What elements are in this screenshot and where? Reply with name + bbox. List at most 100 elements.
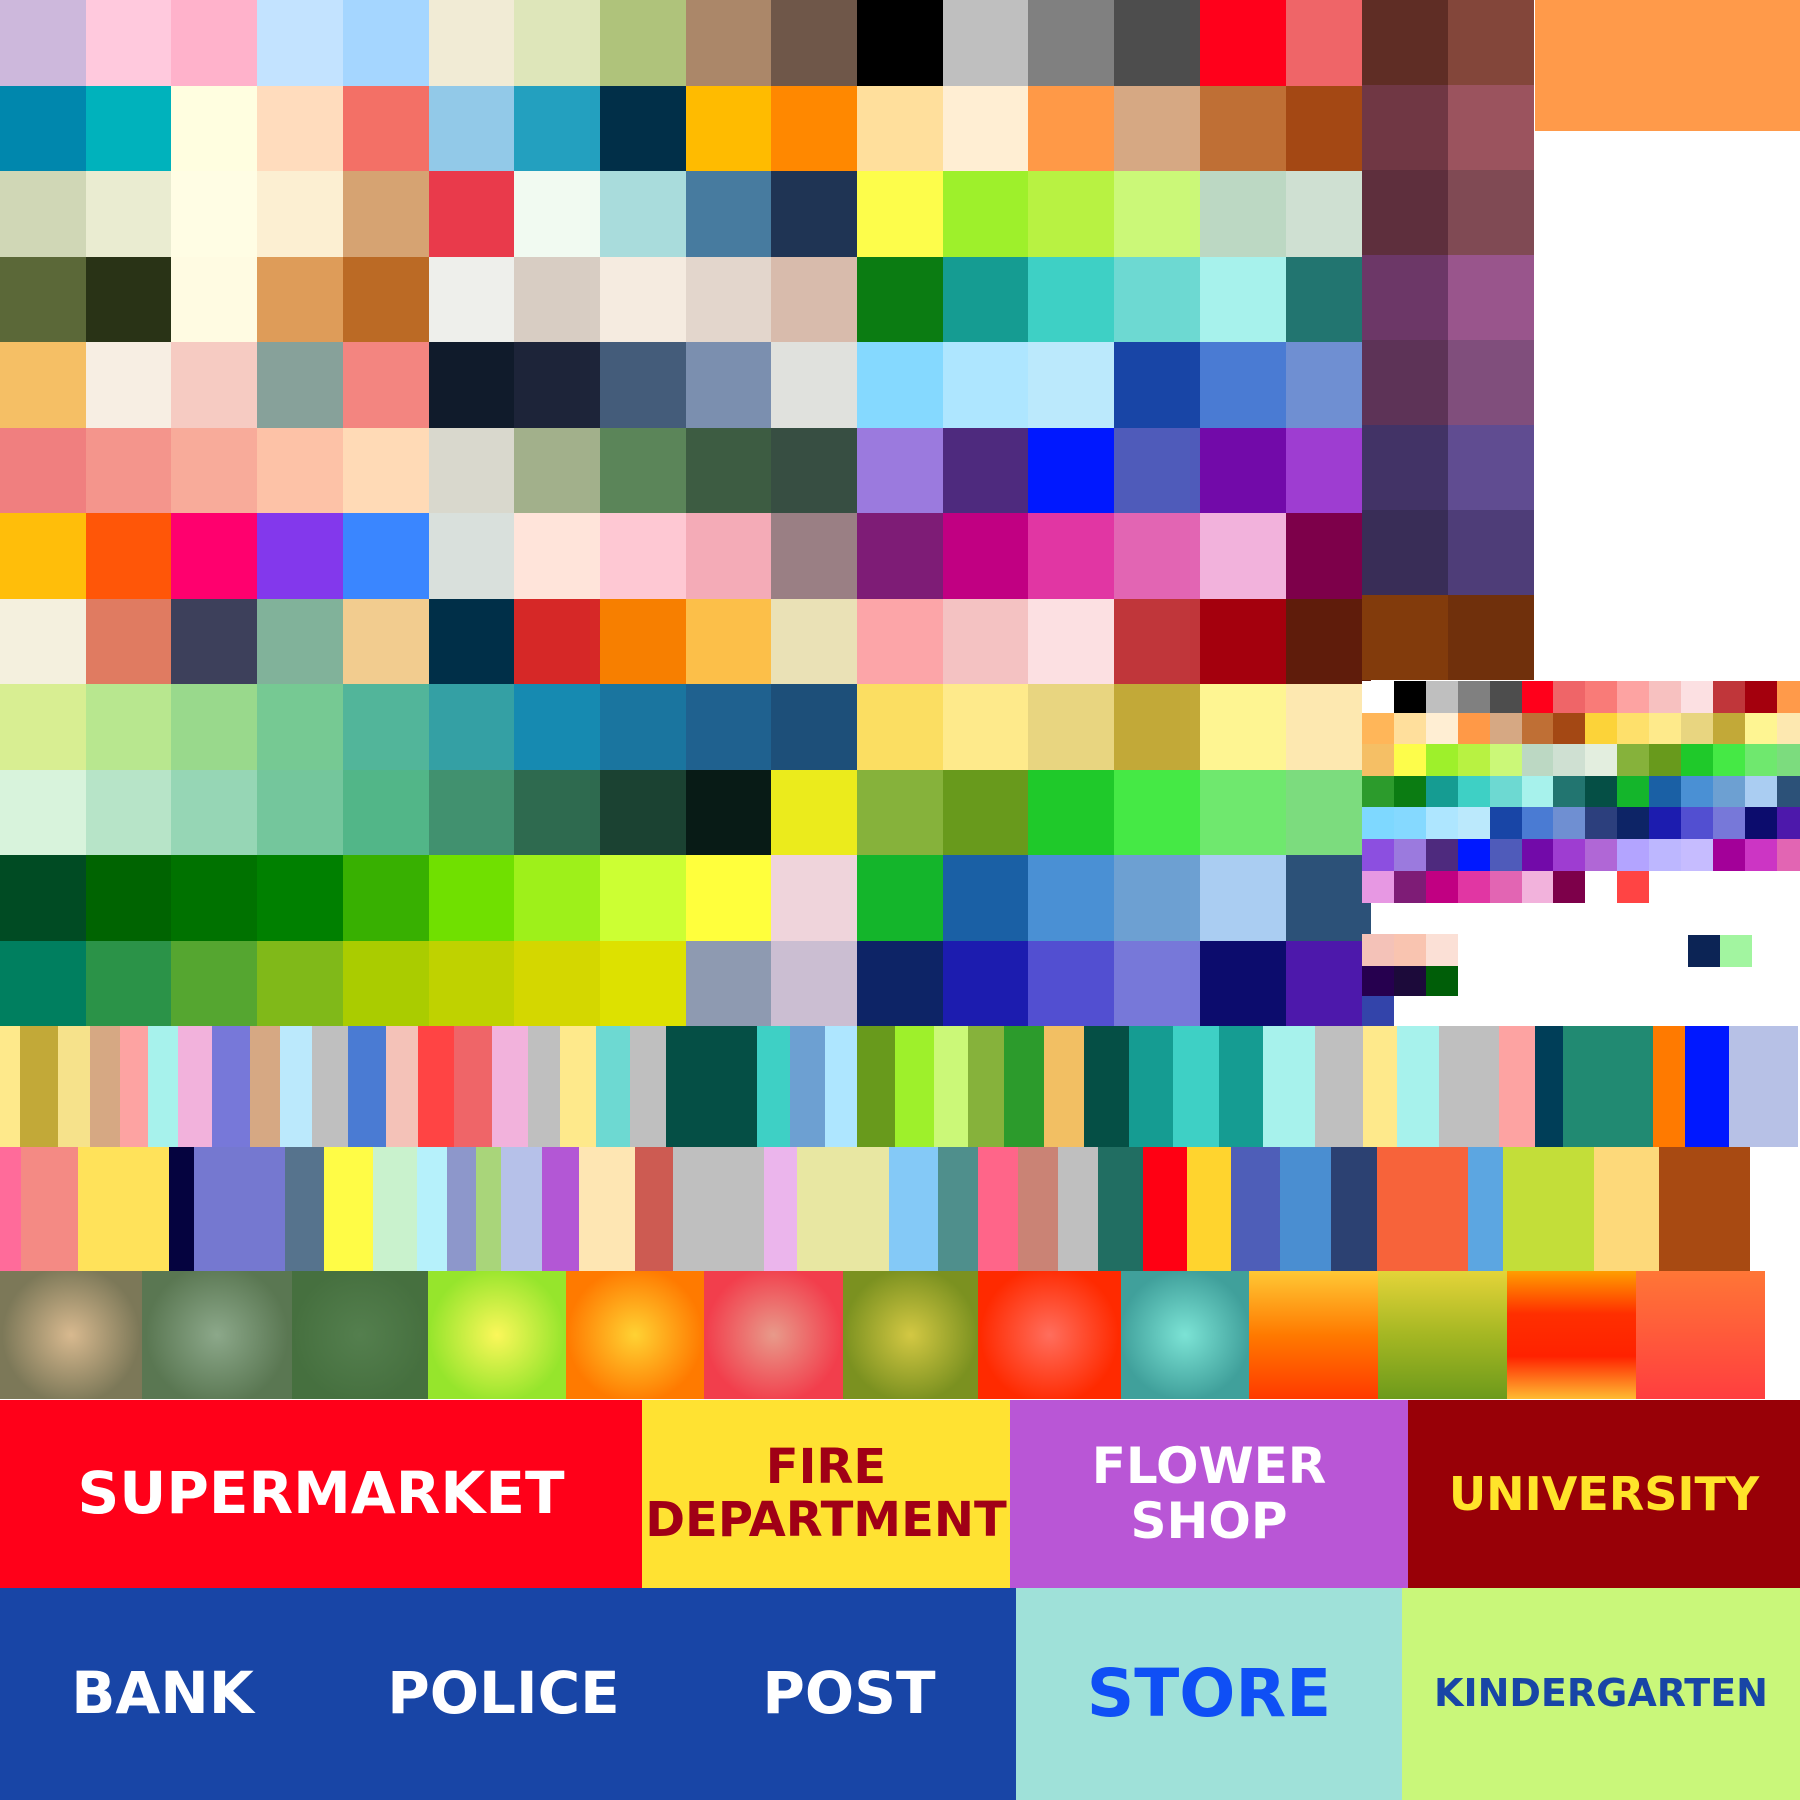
color-stripe <box>560 1026 596 1147</box>
color-swatch <box>1426 934 1458 966</box>
kindergarten-label: KINDERGARTEN <box>1434 1671 1768 1716</box>
color-swatch <box>1712 681 1746 714</box>
color-stripe <box>895 1026 934 1147</box>
color-swatch <box>1617 870 1650 903</box>
color-swatch <box>857 171 943 257</box>
color-swatch <box>343 941 429 1026</box>
color-stripe <box>528 1026 560 1147</box>
color-swatch <box>429 855 514 941</box>
color-swatch <box>0 941 86 1026</box>
color-swatch <box>943 342 1028 428</box>
color-stripe <box>418 1026 454 1147</box>
color-swatch <box>1393 712 1427 745</box>
color-swatch <box>0 342 86 428</box>
color-swatch <box>1744 839 1778 872</box>
color-swatch <box>1286 684 1371 770</box>
color-stripe <box>968 1026 1004 1147</box>
color-swatch <box>171 257 257 342</box>
color-stripe <box>1653 1026 1685 1147</box>
color-swatch <box>771 428 857 513</box>
supermarket-sign: SUPERMARKET <box>0 1400 642 1588</box>
color-swatch <box>0 86 86 171</box>
color-swatch <box>1776 839 1800 872</box>
color-swatch <box>0 599 86 684</box>
color-swatch <box>686 428 771 513</box>
color-swatch <box>1362 340 1448 425</box>
color-swatch <box>1744 870 1778 903</box>
color-swatch <box>1393 681 1427 714</box>
color-swatch <box>514 684 600 770</box>
color-swatch <box>1362 255 1448 340</box>
store-sign: STORE <box>1016 1588 1402 1800</box>
color-swatch <box>1553 681 1586 714</box>
color-swatch <box>1457 744 1491 777</box>
store-label: STORE <box>1086 1654 1332 1732</box>
color-swatch <box>1393 839 1427 872</box>
color-swatch <box>1776 870 1800 903</box>
color-swatch <box>171 684 257 770</box>
color-stripe <box>1363 1026 1397 1147</box>
color-swatch <box>1712 775 1746 809</box>
post-sign: POST <box>682 1588 1016 1800</box>
color-stripe <box>1563 1026 1653 1147</box>
color-swatch <box>1286 428 1371 513</box>
color-swatch <box>686 86 771 171</box>
flower-shop-sign: FLOWER SHOP <box>1010 1400 1408 1588</box>
color-swatch <box>1681 681 1714 714</box>
color-swatch <box>1457 807 1491 840</box>
color-swatch <box>1362 0 1448 85</box>
color-stripe <box>666 1026 757 1147</box>
color-swatch <box>686 0 771 86</box>
color-stripe <box>90 1026 120 1147</box>
color-swatch <box>771 0 857 86</box>
color-stripe <box>447 1147 476 1271</box>
color-stripe <box>280 1026 312 1147</box>
color-swatch <box>1114 941 1200 1026</box>
color-swatch <box>1200 599 1286 684</box>
color-swatch <box>1681 807 1714 840</box>
color-swatch <box>343 86 429 171</box>
gradient-swatch <box>292 1271 428 1399</box>
color-swatch <box>1028 599 1114 684</box>
gradient-swatch <box>142 1271 292 1399</box>
color-swatch <box>343 342 429 428</box>
color-swatch <box>514 855 600 941</box>
color-stripe <box>148 1026 178 1147</box>
color-swatch <box>1649 839 1682 872</box>
color-swatch <box>171 513 257 599</box>
color-stripe <box>417 1147 447 1271</box>
color-stripe <box>825 1026 857 1147</box>
color-swatch <box>1553 839 1586 872</box>
color-swatch <box>857 428 943 513</box>
color-swatch <box>686 599 771 684</box>
flower-shop-label: FLOWER <box>1091 1437 1327 1495</box>
color-stripe <box>1084 1026 1129 1147</box>
color-stripe <box>797 1147 889 1271</box>
color-stripe <box>790 1026 825 1147</box>
color-stripe <box>120 1026 148 1147</box>
color-swatch <box>514 941 600 1026</box>
color-swatch <box>1362 595 1448 680</box>
color-swatch <box>943 770 1028 855</box>
color-swatch <box>686 770 771 855</box>
color-stripe <box>212 1026 250 1147</box>
color-swatch <box>1649 807 1682 840</box>
color-stripe <box>1219 1026 1263 1147</box>
color-swatch <box>429 257 514 342</box>
color-stripe <box>1129 1026 1173 1147</box>
color-swatch <box>943 513 1028 599</box>
color-stripe <box>169 1147 194 1271</box>
color-swatch <box>343 257 429 342</box>
color-swatch <box>600 0 686 86</box>
color-swatch <box>1681 712 1714 745</box>
color-stripe <box>1468 1147 1503 1271</box>
color-swatch <box>1028 342 1114 428</box>
color-swatch <box>1521 712 1554 745</box>
fire-department-label: DEPARTMENT <box>645 1492 1007 1548</box>
color-swatch <box>514 428 600 513</box>
color-swatch <box>1448 340 1534 425</box>
color-swatch <box>1028 513 1114 599</box>
color-swatch <box>600 941 686 1026</box>
color-swatch <box>0 855 86 941</box>
color-swatch <box>943 171 1028 257</box>
